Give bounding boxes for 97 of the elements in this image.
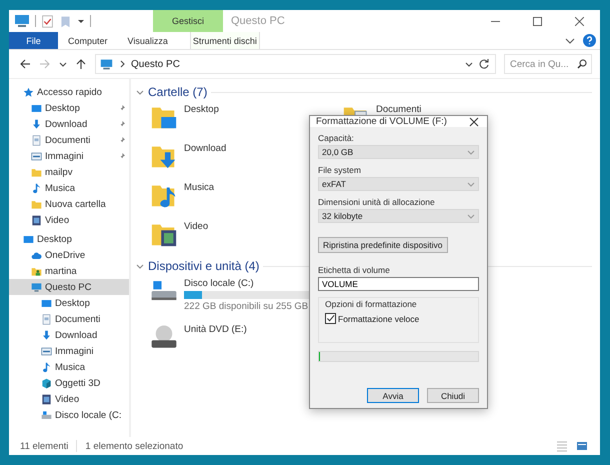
item-name[interactable]: Unità DVD (E:) — [184, 324, 247, 335]
dropdown-icon[interactable] — [465, 60, 473, 68]
sidebar-item[interactable]: Oggetti 3D — [9, 375, 129, 391]
item-name[interactable]: Video — [184, 221, 208, 232]
sidebar-item[interactable]: Documenti — [9, 311, 129, 327]
pictures-icon — [41, 346, 52, 356]
search-icon — [577, 59, 587, 69]
chevron-down-icon[interactable] — [565, 36, 575, 46]
document-icon — [41, 314, 52, 324]
sidebar-item[interactable]: Video — [9, 212, 129, 228]
user-icon — [31, 266, 42, 276]
close-icon[interactable] — [469, 116, 479, 126]
sidebar-item[interactable]: Musica — [9, 359, 129, 375]
music-icon — [41, 362, 52, 372]
item-count: 11 elementi — [20, 440, 68, 452]
cube-icon — [41, 378, 52, 388]
drive-icon — [41, 410, 52, 420]
item-name[interactable]: Desktop — [184, 104, 219, 115]
field-label: File system — [318, 165, 362, 175]
address-bar[interactable]: Questo PC — [95, 54, 496, 74]
field-label: Dimensioni unità di allocazione — [318, 197, 436, 207]
video-icon — [31, 214, 42, 226]
sidebar-item[interactable]: OneDrive — [9, 247, 129, 263]
dropdown-icon[interactable] — [77, 17, 85, 25]
tiles-view-icon[interactable] — [576, 440, 588, 452]
sidebar-item[interactable]: Disco locale (C: — [9, 407, 129, 423]
sidebar-item[interactable]: Immagini — [9, 148, 129, 164]
dialog-title: Formattazione di VOLUME (F:) — [316, 116, 447, 127]
section-title: Dispositivi e unità (4) — [148, 259, 260, 273]
download-icon — [41, 330, 52, 340]
context-tab-header: Gestisci — [153, 10, 223, 32]
dialog-button[interactable]: Chiudi — [427, 388, 479, 403]
sidebar-item[interactable]: Video — [9, 391, 129, 407]
back-arrow-icon[interactable] — [19, 58, 31, 70]
chevron-down-icon[interactable] — [136, 88, 144, 96]
field-label: Capacità: — [318, 133, 355, 143]
close-icon[interactable] — [575, 16, 584, 26]
restore-defaults-button[interactable]: Ripristina predefinite dispositivo — [318, 237, 448, 253]
checklist-icon[interactable] — [41, 14, 54, 28]
sidebar-item[interactable]: Documenti — [9, 132, 129, 148]
item-name[interactable]: Documenti — [376, 104, 422, 115]
desktop-icon — [23, 234, 34, 244]
computer-icon[interactable] — [14, 13, 30, 29]
checkbox[interactable] — [325, 313, 336, 324]
refresh-icon[interactable] — [478, 58, 490, 70]
desktop-icon — [41, 298, 52, 308]
dropdown-icon — [467, 212, 475, 220]
sidebar-item[interactable]: Download — [9, 116, 129, 132]
pc-icon — [31, 282, 42, 292]
sidebar-item[interactable]: Nuova cartella — [9, 196, 129, 212]
chevron-right-icon — [118, 60, 126, 68]
group-title: Opzioni di formattazione — [325, 299, 418, 309]
dropdown-icon[interactable] — [59, 60, 67, 68]
sidebar-item[interactable]: Download — [9, 327, 129, 343]
desktop-icon — [31, 102, 42, 114]
help-icon[interactable] — [583, 34, 596, 47]
dropdown[interactable]: 20,0 GB — [318, 145, 479, 159]
sidebar-item[interactable]: mailpv — [9, 164, 129, 180]
volume-label-field[interactable]: VOLUME — [318, 277, 479, 291]
address-path: Questo PC — [131, 58, 180, 70]
sidebar-item[interactable]: martina — [9, 263, 129, 279]
dialog-button[interactable]: Avvia — [367, 388, 419, 403]
pictures-icon — [31, 150, 42, 162]
sidebar-item[interactable]: Immagini — [9, 343, 129, 359]
video-icon — [41, 394, 52, 404]
sidebar-item[interactable]: Questo PC — [9, 279, 129, 295]
item-name[interactable]: Musica — [184, 182, 214, 193]
up-arrow-icon[interactable] — [75, 58, 87, 70]
item-name[interactable]: Download — [184, 143, 226, 154]
dropdown[interactable]: exFAT — [318, 177, 479, 191]
selection-count: 1 elemento selezionato — [85, 440, 184, 452]
checkbox-label: Formattazione veloce — [338, 314, 420, 324]
drive-space-text: 222 GB disponibili su 255 GB — [184, 301, 310, 312]
window-title: Questo PC — [230, 14, 286, 29]
cloud-icon — [31, 250, 42, 260]
sidebar-item[interactable]: Desktop — [9, 231, 129, 247]
document-icon — [31, 134, 42, 146]
maximize-icon[interactable] — [533, 16, 542, 26]
ribbon-tab[interactable]: Computer — [58, 32, 118, 49]
ribbon-tab[interactable]: Strumenti dischi — [190, 32, 260, 49]
sidebar-item[interactable]: Desktop — [9, 100, 129, 116]
sidebar-item[interactable]: Accesso rapido — [9, 84, 129, 100]
ribbon-tab[interactable]: Visualizza — [118, 32, 178, 49]
section-title: Cartelle (7) — [148, 85, 208, 99]
field-label: Etichetta di volume — [318, 265, 391, 275]
download-icon — [31, 118, 42, 130]
dropdown-icon — [467, 148, 475, 156]
dropdown[interactable]: 32 kilobyte — [318, 209, 479, 223]
computer-icon — [100, 58, 113, 70]
ribbon-tab[interactable]: File — [9, 32, 58, 49]
sidebar-item[interactable]: Musica — [9, 180, 129, 196]
search-field[interactable]: Cerca in Qu... — [504, 54, 592, 74]
music-icon — [31, 182, 42, 194]
chevron-down-icon[interactable] — [136, 262, 144, 270]
dropdown-icon — [467, 180, 475, 188]
sidebar-item[interactable]: Desktop — [9, 295, 129, 311]
star-icon — [23, 86, 34, 98]
